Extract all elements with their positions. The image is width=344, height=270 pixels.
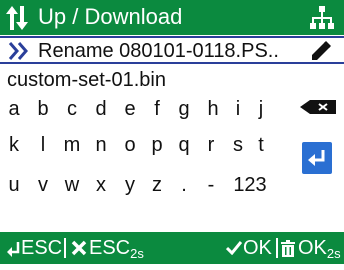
key[interactable]: e (121, 96, 139, 122)
checkmark-icon (226, 241, 242, 255)
key[interactable]: m (60, 132, 84, 158)
key[interactable]: - (202, 172, 220, 198)
key[interactable]: n (92, 132, 110, 158)
key[interactable]: u (5, 172, 23, 198)
key[interactable]: l (34, 132, 52, 158)
key[interactable]: s (229, 132, 247, 158)
esc-button[interactable]: ESC (21, 232, 62, 264)
filename-input[interactable]: custom-set-01.bin (7, 68, 166, 92)
x-icon (71, 240, 87, 256)
key[interactable]: j (252, 96, 270, 122)
key[interactable]: . (175, 172, 193, 198)
esc-hold-label: ESC (89, 237, 131, 259)
key[interactable]: q (175, 132, 193, 158)
key[interactable]: f (148, 96, 166, 122)
esc-hold-button[interactable]: ESC2s (89, 232, 144, 264)
network-tree-icon (310, 6, 334, 29)
page-title: Up / Download (38, 4, 183, 29)
key[interactable]: p (148, 132, 166, 158)
pencil-icon[interactable] (310, 40, 332, 62)
key[interactable]: t (252, 132, 270, 158)
up-down-arrows-icon (6, 6, 28, 30)
return-arrow-icon (7, 242, 20, 257)
ok-hold-suffix: 2s (326, 246, 341, 261)
key[interactable]: w (60, 172, 84, 198)
key[interactable]: x (92, 172, 110, 198)
key[interactable]: b (34, 96, 52, 122)
key[interactable]: i (229, 96, 247, 122)
key[interactable]: o (121, 132, 139, 158)
key[interactable]: c (63, 96, 81, 122)
ok-button[interactable]: OK (243, 232, 272, 264)
enter-key[interactable] (302, 142, 332, 174)
footer-divider (64, 238, 66, 258)
rename-row[interactable]: Rename 080101-0118.PS.. (0, 36, 344, 64)
key[interactable]: y (121, 172, 139, 198)
key[interactable]: g (175, 96, 193, 122)
ok-hold-label: OK (298, 237, 327, 259)
footer-bar: ESC ESC2s OK OK2s (0, 232, 344, 264)
esc-hold-suffix: 2s (130, 246, 144, 261)
key[interactable]: r (202, 132, 220, 158)
footer-divider (276, 238, 278, 258)
key[interactable]: d (92, 96, 110, 122)
trash-icon (281, 240, 295, 257)
title-bar: Up / Download (0, 0, 344, 35)
double-chevron-right-icon (8, 42, 28, 60)
enter-icon (308, 150, 325, 166)
key[interactable]: k (5, 132, 23, 158)
key[interactable]: z (148, 172, 166, 198)
key[interactable]: v (34, 172, 52, 198)
key[interactable]: h (204, 96, 222, 122)
backspace-icon[interactable] (300, 96, 338, 118)
key-123[interactable]: 123 (224, 172, 276, 198)
key[interactable]: a (5, 96, 23, 122)
ok-hold-button[interactable]: OK2s (298, 232, 341, 264)
rename-label: Rename 080101-0118.PS.. (38, 40, 279, 62)
